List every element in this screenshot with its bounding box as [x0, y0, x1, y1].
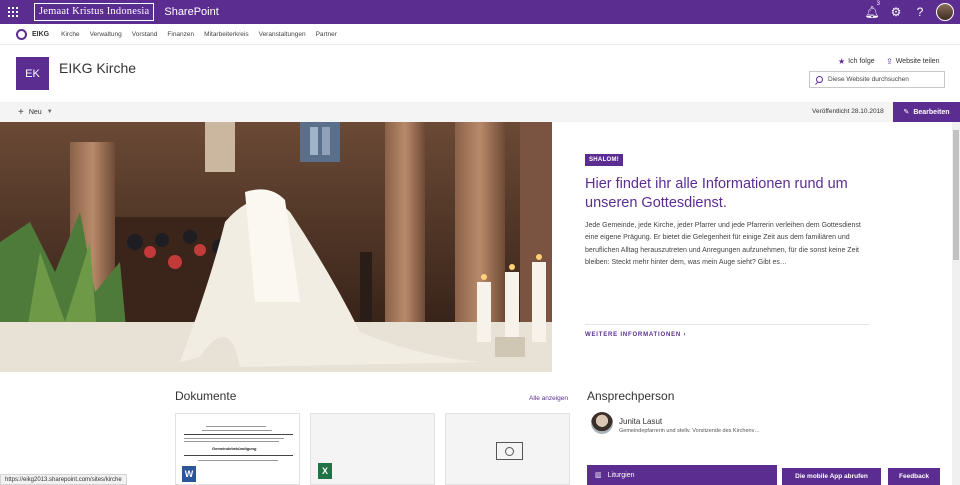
nav-item-veranstaltungen[interactable]: Veranstaltungen: [259, 31, 306, 38]
hero-badge: SHALOM!: [585, 154, 624, 166]
mobile-app-button[interactable]: Die mobile App abrufen: [782, 468, 881, 485]
new-button[interactable]: + Neu ▼: [18, 107, 53, 118]
help-button[interactable]: ?: [908, 0, 932, 24]
feedback-button[interactable]: Feedback: [888, 468, 940, 485]
site-header: EK EIKG Kirche ★ Ich folge ⇪ Website tei…: [0, 45, 960, 102]
org-logo[interactable]: Jemaat Kristus Indonesia: [34, 3, 155, 21]
chevron-down-icon: ▼: [46, 109, 53, 115]
share-label: Website teilen: [895, 58, 940, 65]
church-interior-image: [0, 122, 552, 372]
settings-button[interactable]: ⚙: [884, 0, 908, 24]
search-placeholder: Diese Website durchsuchen: [828, 76, 909, 83]
contact-role: Gemeindepfarrerin und stellv. Vorsitzend…: [619, 428, 760, 434]
suite-bar: Jemaat Kristus Indonesia SharePoint 🔔︎ 3…: [0, 0, 960, 24]
follow-label: Ich folge: [848, 58, 875, 65]
bell-icon: 🔔︎: [864, 5, 880, 19]
hero-text-panel: SHALOM! Hier findet ihr alle Information…: [552, 122, 952, 372]
web-page-icon: [496, 442, 523, 460]
gear-icon: ⚙: [890, 5, 902, 19]
page-scrollbar[interactable]: [952, 122, 960, 485]
command-bar: + Neu ▼ Veröffentlicht 28.10.2018 ✎ Bear…: [0, 102, 960, 122]
notifications-button[interactable]: 🔔︎ 3: [860, 0, 884, 24]
search-icon: [816, 76, 823, 83]
excel-icon: X: [318, 463, 332, 479]
contact-avatar[interactable]: [591, 412, 613, 434]
liturgy-link[interactable]: ▥ Liturgien: [587, 465, 777, 485]
site-nav-logo-icon[interactable]: [16, 28, 27, 40]
hero-divider: [585, 324, 869, 325]
star-icon: ★: [838, 57, 846, 66]
help-icon: ?: [916, 5, 924, 19]
see-all-link[interactable]: Alle anzeigen: [529, 395, 568, 402]
scrollbar-thumb[interactable]: [953, 130, 959, 260]
document-preview-heading: Gemeindebekündigung: [212, 446, 257, 451]
new-label: Neu: [28, 108, 42, 116]
document-card[interactable]: X: [310, 413, 435, 485]
browser-status-url: https://eikg2013.sharepoint.com/sites/ki…: [0, 474, 127, 485]
nav-item-kirche[interactable]: Kirche: [61, 31, 79, 38]
sharepoint-label[interactable]: SharePoint: [164, 6, 218, 18]
more-info-label: WEITERE INFORMATIONEN: [585, 332, 682, 338]
nav-item-partner[interactable]: Partner: [316, 31, 337, 38]
hero-title[interactable]: Hier findet ihr alle Informationen rund …: [585, 175, 865, 213]
share-icon: ⇪: [886, 57, 893, 66]
nav-site-link[interactable]: EIKG: [32, 31, 49, 38]
edit-label: Bearbeiten: [913, 108, 950, 116]
site-search-box[interactable]: Diese Website durchsuchen: [809, 71, 945, 88]
site-title[interactable]: EIKG Kirche: [59, 60, 136, 76]
nav-item-verwaltung[interactable]: Verwaltung: [90, 31, 122, 38]
more-info-link[interactable]: WEITERE INFORMATIONEN ›: [585, 332, 686, 338]
book-icon: ▥: [595, 472, 602, 479]
contact-title: Ansprechperson: [587, 389, 675, 403]
app-launcher-button[interactable]: [0, 0, 26, 24]
nav-item-finanzen[interactable]: Finanzen: [167, 31, 194, 38]
contact-name[interactable]: Junita Lasut: [619, 417, 662, 426]
top-navigation: EIKG Kirche Verwaltung Vorstand Finanzen…: [0, 24, 960, 45]
nav-item-mitarbeiterkreis[interactable]: Mitarbeiterkreis: [204, 31, 248, 38]
document-preview: Gemeindebekündigung: [184, 422, 293, 482]
nav-item-vorstand[interactable]: Vorstand: [132, 31, 158, 38]
notification-count: 3: [876, 1, 880, 7]
liturgy-label: Liturgien: [607, 471, 635, 479]
hero-description: Jede Gemeinde, jede Kirche, jeder Pfarre…: [585, 222, 861, 266]
published-status: Veröffentlicht 28.10.2018: [812, 108, 884, 115]
chevron-right-icon: ›: [683, 332, 687, 338]
documents-title: Dokumente: [175, 389, 237, 403]
pencil-icon: ✎: [903, 109, 910, 116]
edit-button[interactable]: ✎ Bearbeiten: [893, 102, 960, 122]
document-card[interactable]: Gemeindebekündigung W: [175, 413, 300, 485]
document-card[interactable]: [445, 413, 570, 485]
follow-button[interactable]: ★ Ich folge: [838, 57, 875, 66]
plus-icon: +: [18, 106, 24, 118]
user-avatar[interactable]: [936, 3, 954, 21]
share-site-button[interactable]: ⇪ Website teilen: [886, 57, 940, 66]
waffle-icon: [8, 7, 18, 17]
site-logo[interactable]: EK: [16, 57, 49, 90]
hero-image[interactable]: [0, 122, 552, 372]
word-icon: W: [182, 466, 196, 482]
